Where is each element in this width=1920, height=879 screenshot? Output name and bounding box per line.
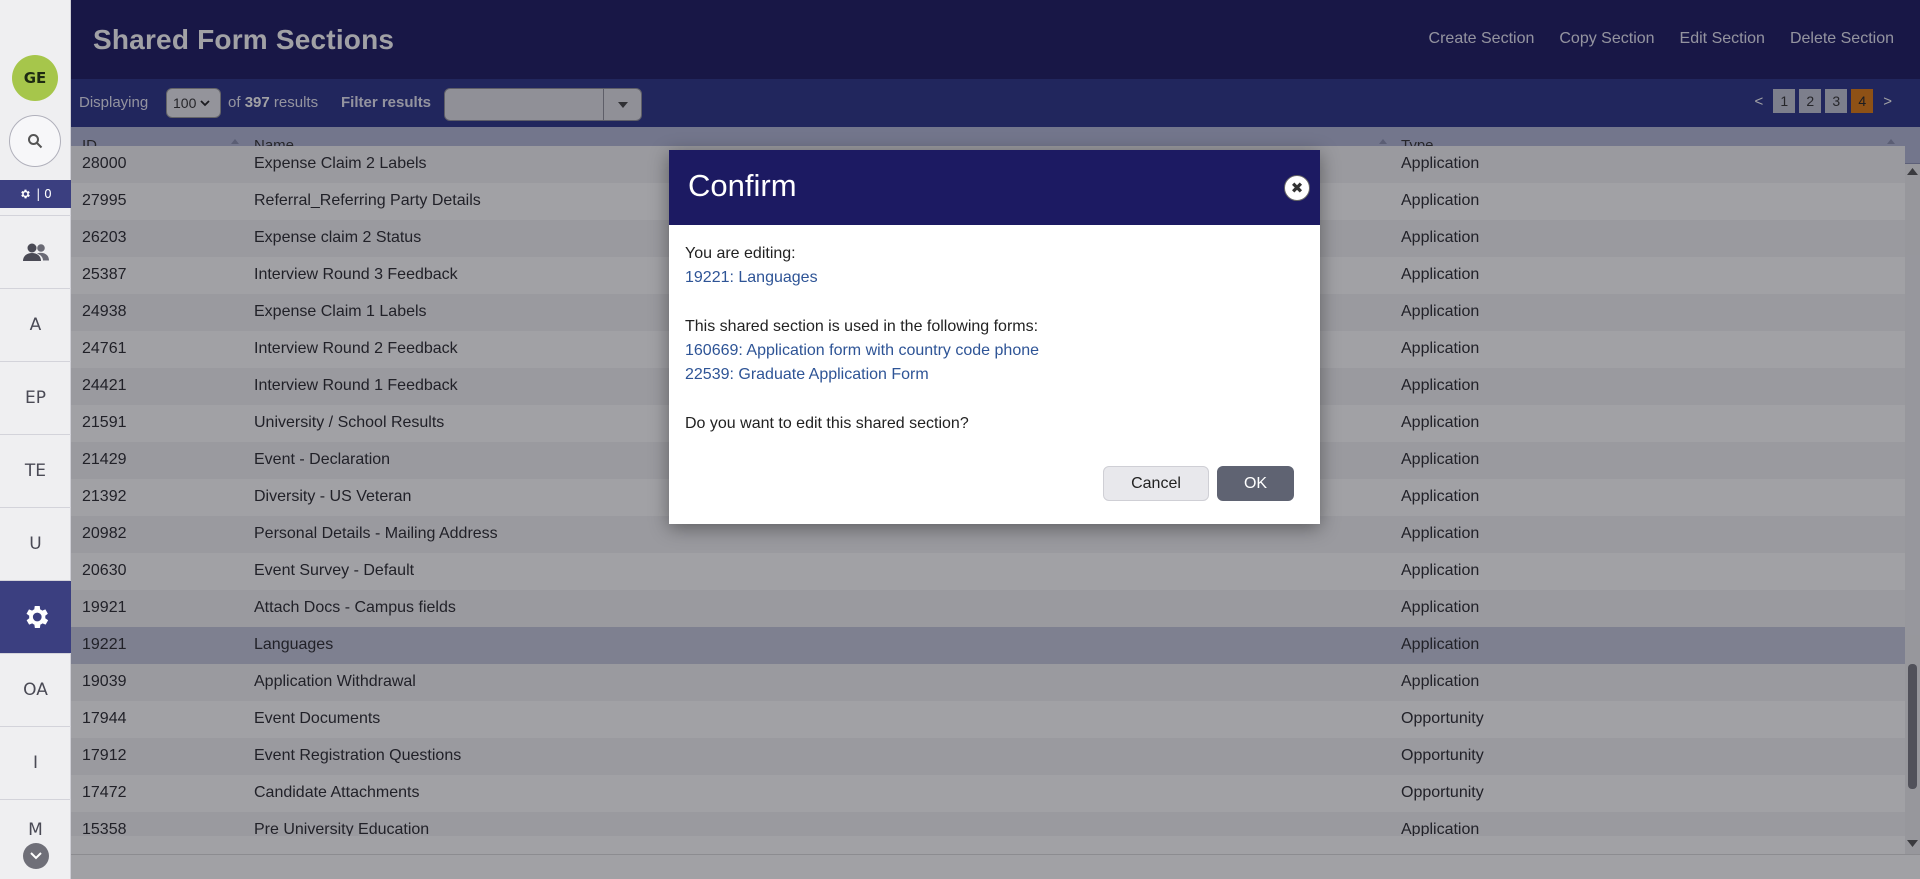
settings-badge-count: | 0 <box>36 187 52 201</box>
rail-item-label: A <box>29 315 42 335</box>
cancel-button[interactable]: Cancel <box>1103 466 1209 501</box>
form-link[interactable]: 160669: Application form with country co… <box>685 339 1304 363</box>
rail-item-label: TE <box>24 461 47 481</box>
rail-item-label: M <box>28 820 43 840</box>
rail-item-m[interactable]: M <box>0 799 71 844</box>
rail-item-oa[interactable]: OA <box>0 653 71 726</box>
dialog-question: Do you want to edit this shared section? <box>685 415 969 432</box>
avatar[interactable]: GE <box>12 55 58 101</box>
rail-item-label: OA <box>23 680 48 700</box>
gear-icon <box>26 606 48 628</box>
rail-item-te[interactable]: TE <box>0 434 71 507</box>
dialog-header: Confirm ✖ <box>669 150 1320 225</box>
rail-item-ep[interactable]: EP <box>0 361 71 434</box>
gear-icon <box>21 189 31 199</box>
editing-label: You are editing: <box>685 245 796 262</box>
rail-item-i[interactable]: I <box>0 726 71 799</box>
ok-button[interactable]: OK <box>1217 466 1294 501</box>
confirm-dialog: Confirm ✖ You are editing: 19221: Langua… <box>669 150 1320 524</box>
settings-badge[interactable]: | 0 <box>0 180 71 208</box>
left-rail: GE | 0 A EP TE U OA I M <box>0 0 71 879</box>
rail-search-button[interactable] <box>9 115 61 167</box>
rail-item-label: EP <box>25 388 46 408</box>
rail-scroll-down-button[interactable] <box>23 843 49 869</box>
rail-item-settings[interactable] <box>0 580 71 653</box>
editing-section-link[interactable]: 19221: Languages <box>685 266 1304 290</box>
used-in-label: This shared section is used in the follo… <box>685 318 1039 335</box>
rail-item-u[interactable]: U <box>0 507 71 580</box>
dialog-body: You are editing: 19221: Languages This s… <box>669 225 1320 436</box>
search-icon <box>28 134 43 149</box>
rail-item-people[interactable] <box>0 215 71 288</box>
dialog-title: Confirm <box>688 168 797 203</box>
chevron-down-icon <box>30 852 42 860</box>
rail-item-label: U <box>29 534 42 554</box>
form-link[interactable]: 22539: Graduate Application Form <box>685 363 1304 387</box>
close-icon[interactable]: ✖ <box>1284 175 1310 201</box>
people-icon <box>22 243 49 261</box>
rail-item-label: I <box>32 753 38 773</box>
rail-item-a[interactable]: A <box>0 288 71 361</box>
